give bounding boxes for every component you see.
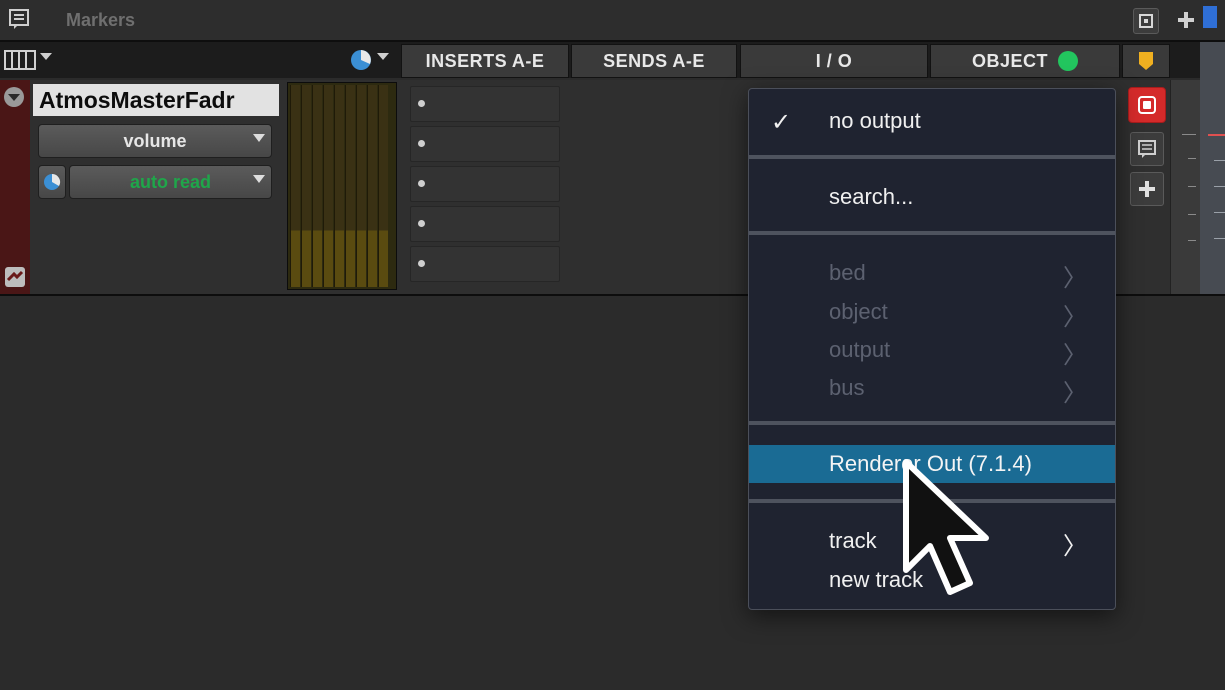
track-color-strip bbox=[0, 80, 30, 294]
io-column-header[interactable]: I / O bbox=[740, 44, 928, 78]
chevron-down-icon bbox=[253, 134, 265, 142]
chevron-right-icon: 〉 bbox=[1063, 265, 1087, 292]
chevron-right-icon: 〉 bbox=[1063, 342, 1087, 369]
record-object-button[interactable] bbox=[1128, 87, 1166, 123]
object-status-indicator bbox=[1058, 51, 1078, 71]
object-column-label: OBJECT bbox=[971, 50, 1048, 71]
playhead-marker bbox=[1203, 6, 1217, 28]
comments-column-header[interactable] bbox=[1122, 44, 1170, 78]
menu-item-bus: bus 〉 bbox=[749, 370, 1115, 407]
insert-dot-icon bbox=[418, 100, 425, 107]
menu-separator bbox=[749, 421, 1115, 425]
menu-item-label: no output bbox=[829, 108, 921, 133]
markers-ruler-label: Markers bbox=[66, 10, 136, 30]
menu-item-label: bus bbox=[829, 375, 865, 400]
sends-column-header[interactable]: SENDS A-E bbox=[571, 44, 737, 78]
track-expand-icon[interactable] bbox=[3, 86, 25, 108]
comment-icon bbox=[1138, 140, 1156, 158]
insert-dot-icon bbox=[418, 140, 425, 147]
menu-item-search[interactable]: search... bbox=[749, 179, 1115, 215]
automation-mode-selector[interactable]: auto read bbox=[69, 165, 272, 199]
comments-button[interactable] bbox=[1130, 132, 1164, 166]
menu-item-label: search... bbox=[829, 184, 914, 209]
menu-item-output: output 〉 bbox=[749, 332, 1115, 369]
track-type-icon[interactable] bbox=[350, 48, 396, 72]
menu-item-object: object 〉 bbox=[749, 294, 1115, 331]
chevron-right-icon: 〉 bbox=[1063, 533, 1087, 560]
markers-comment-icon[interactable] bbox=[8, 8, 30, 30]
level-meter bbox=[287, 82, 397, 290]
view-selector-icon[interactable] bbox=[4, 48, 56, 72]
add-ruler-icon[interactable] bbox=[1176, 10, 1196, 30]
insert-slot-e[interactable] bbox=[410, 246, 560, 282]
track-link-icon[interactable] bbox=[4, 266, 26, 288]
record-icon bbox=[1138, 96, 1156, 114]
insert-dot-icon bbox=[418, 260, 425, 267]
chevron-down-icon bbox=[253, 175, 265, 183]
markers-ruler bbox=[0, 0, 1225, 42]
automation-mode-label: auto read bbox=[129, 171, 212, 192]
insert-slot-c[interactable] bbox=[410, 166, 560, 202]
menu-item-label: track bbox=[829, 528, 877, 553]
track-name-field[interactable]: AtmosMasterFadr bbox=[33, 84, 279, 116]
menu-item-no-output[interactable]: ✓ no output bbox=[749, 103, 1115, 139]
insert-slot-d[interactable] bbox=[410, 206, 560, 242]
menu-item-label: object bbox=[829, 299, 888, 324]
timeline-tick-marks bbox=[1182, 130, 1200, 250]
add-button[interactable] bbox=[1130, 172, 1164, 206]
ruler-window-icon[interactable] bbox=[1133, 8, 1159, 34]
menu-separator bbox=[749, 231, 1115, 235]
insert-slot-a[interactable] bbox=[410, 86, 560, 122]
insert-dot-icon bbox=[418, 220, 425, 227]
chevron-right-icon: 〉 bbox=[1063, 380, 1087, 407]
menu-item-label: output bbox=[829, 337, 891, 362]
marker-flag-icon bbox=[1139, 52, 1153, 70]
insert-slot-b[interactable] bbox=[410, 126, 560, 162]
insert-dot-icon bbox=[418, 180, 425, 187]
object-column-header[interactable]: OBJECT bbox=[930, 44, 1120, 78]
volume-label: volume bbox=[123, 130, 187, 151]
checkmark-icon: ✓ bbox=[771, 109, 792, 136]
inserts-column-header[interactable]: INSERTS A-E bbox=[401, 44, 569, 78]
menu-item-bed: bed 〉 bbox=[749, 255, 1115, 292]
mouse-cursor-icon bbox=[898, 458, 994, 602]
menu-item-label: bed bbox=[829, 260, 866, 285]
timeline-track-area bbox=[1200, 42, 1225, 294]
chevron-right-icon: 〉 bbox=[1063, 304, 1087, 331]
automation-mode-icon[interactable] bbox=[38, 165, 66, 199]
plus-icon bbox=[1139, 181, 1155, 197]
automation-view-selector[interactable]: volume bbox=[38, 124, 272, 158]
menu-separator bbox=[749, 155, 1115, 159]
